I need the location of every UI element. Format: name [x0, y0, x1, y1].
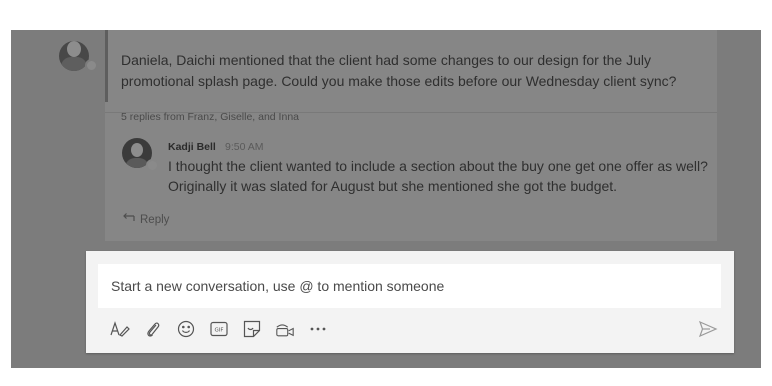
- compose-box: GIF: [86, 251, 734, 353]
- meet-now-icon[interactable]: [275, 319, 295, 339]
- send-icon[interactable]: [698, 319, 718, 339]
- attach-icon[interactable]: [143, 319, 163, 339]
- more-options-icon[interactable]: [308, 319, 328, 339]
- post-message-text: Daniela, Daichi mentioned that the clien…: [121, 52, 677, 89]
- svg-text:GIF: GIF: [214, 328, 223, 334]
- reply-button[interactable]: Reply: [121, 213, 169, 226]
- conversation-pane: Daniela, Daichi mentioned that the clien…: [11, 30, 761, 368]
- post-author-presence-icon: [85, 59, 98, 72]
- format-icon[interactable]: [110, 319, 130, 339]
- avatar-face: [131, 143, 143, 157]
- replies-summary-link[interactable]: 5 replies from Franz, Giselle, and Inna: [121, 111, 299, 123]
- message-thread: Daniela, Daichi mentioned that the clien…: [105, 30, 717, 241]
- reply-arrow-icon: [121, 213, 135, 226]
- reply-button-label: Reply: [140, 213, 170, 226]
- new-conversation-input[interactable]: [98, 264, 721, 308]
- emoji-icon[interactable]: [176, 319, 196, 339]
- avatar-shirt: [61, 57, 87, 71]
- avatar-face: [67, 41, 81, 57]
- reply-message-text: I thought the client wanted to include a…: [168, 158, 708, 194]
- thread-accent-bar: [105, 30, 108, 102]
- compose-toolbar: GIF: [110, 319, 328, 339]
- reply-author-presence-icon: [146, 159, 159, 172]
- reply-timestamp: 9:50 AM: [225, 141, 264, 153]
- reply-author-name[interactable]: Kadji Bell: [168, 141, 216, 153]
- gif-icon[interactable]: GIF: [209, 319, 229, 339]
- sticker-icon[interactable]: [242, 319, 262, 339]
